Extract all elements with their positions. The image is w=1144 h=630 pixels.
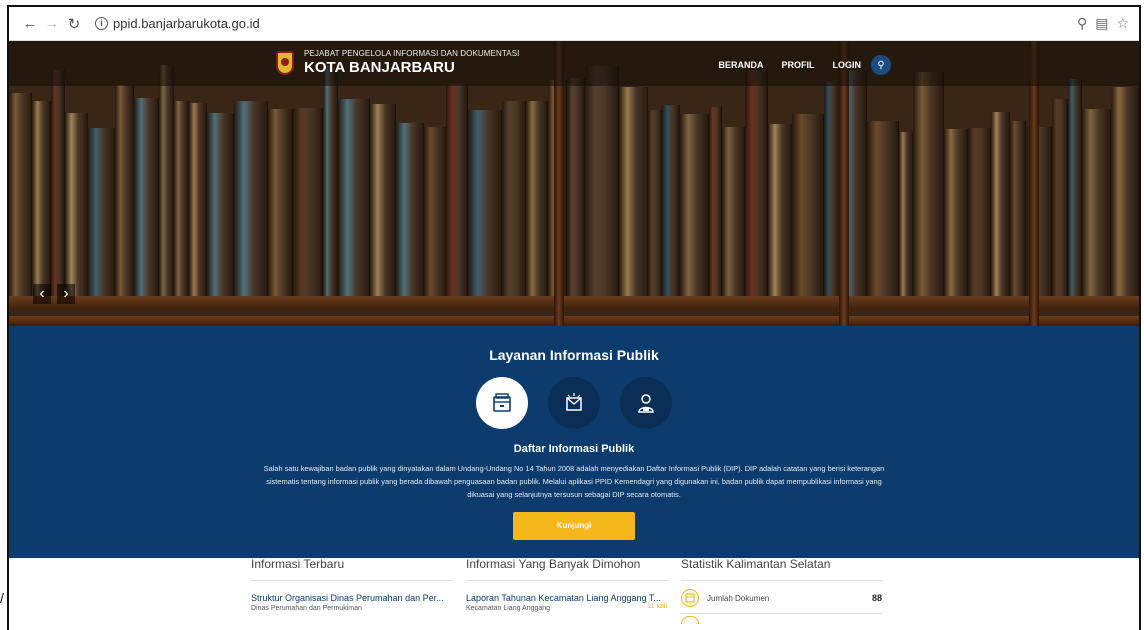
url-text: ppid.banjarbarukota.go.id [113,16,260,31]
list-item-title[interactable]: Laporan Tahunan Kecamatan Liang Anggang … [466,593,667,603]
site-brand[interactable]: PEJABAT PENGELOLA INFORMASI DAN DOKUMENT… [276,49,519,76]
column-title: Informasi Yang Banyak Dimohon [466,557,667,581]
list-item-subtitle: Kecamatan Liang Anggang [466,605,551,612]
info-columns: Informasi Terbaru Struktur Organisasi Di… [251,557,882,624]
slider-next-button[interactable]: › [57,284,75,304]
brand-title: KOTA BANJARBARU [304,59,455,76]
nav-profil[interactable]: PROFIL [782,60,815,70]
list-item-subtitle: Dinas Perumahan dan Permukiman [251,605,362,612]
list-item[interactable]: Struktur Organisasi Dinas Perumahan dan … [251,593,452,612]
corner-glyph: / [0,590,4,606]
stat-icon-partial [681,616,699,624]
archive-box-icon[interactable] [476,377,528,429]
request-count: 11 kali [647,603,667,610]
nav-login[interactable]: LOGIN [833,60,862,70]
site-header [9,41,1139,86]
daftar-informasi-description: Salah satu kewajiban badan publik yang d… [263,464,885,499]
brand-subtitle: PEJABAT PENGELOLA INFORMASI DAN DOKUMENT… [304,49,520,58]
column-informasi-terbaru: Informasi Terbaru Struktur Organisasi Di… [251,557,452,624]
list-item[interactable]: Laporan Tahunan Kecamatan Liang Anggang … [466,593,667,612]
layanan-section: Layanan Informasi Publik Daftar Informas… [9,326,1139,558]
column-title: Informasi Terbaru [251,557,452,581]
column-title: Statistik Kalimantan Selatan [681,557,882,581]
column-informasi-dimohon: Informasi Yang Banyak Dimohon Laporan Ta… [466,557,667,624]
mail-document-icon[interactable] [548,377,600,429]
column-statistik: Statistik Kalimantan Selatan Jumlah Doku… [681,557,882,624]
browser-frame: ← → ↻ i ppid.banjarbarukota.go.id ⚲ ▤ ☆ … [7,5,1141,630]
stat-label: Jumlah Dokumen [707,593,770,603]
translate-icon[interactable]: ▤ [1095,15,1108,32]
info-icon[interactable]: i [95,17,108,30]
browser-toolbar: ← → ↻ i ppid.banjarbarukota.go.id ⚲ ▤ ☆ [9,7,1139,41]
daftar-informasi-title: Daftar Informasi Publik [513,443,635,455]
list-item-title[interactable]: Struktur Organisasi Dinas Perumahan dan … [251,593,452,603]
main-nav: BERANDA PROFIL LOGIN ⚲ [719,55,891,75]
nav-beranda[interactable]: BERANDA [719,60,764,70]
reload-icon[interactable]: ↻ [63,15,85,33]
layanan-title: Layanan Informasi Publik [489,347,659,363]
zoom-icon[interactable]: ⚲ [1077,15,1087,32]
slider-prev-button[interactable]: ‹ [33,284,51,304]
hero-slider: PEJABAT PENGELOLA INFORMASI DAN DOKUMENT… [9,41,1139,326]
back-icon[interactable]: ← [19,15,41,32]
search-icon[interactable]: ⚲ [871,55,891,75]
document-icon [681,589,699,607]
address-bar[interactable]: i ppid.banjarbarukota.go.id [95,16,260,31]
kunjungi-button[interactable]: Kunjungi [513,512,635,540]
stat-value: 88 [871,593,882,603]
star-icon[interactable]: ☆ [1116,15,1129,32]
officer-icon[interactable] [620,377,672,429]
stat-row: Jumlah Dokumen 88 [681,589,882,614]
forward-icon[interactable]: → [41,15,63,32]
emblem-icon [276,50,294,75]
